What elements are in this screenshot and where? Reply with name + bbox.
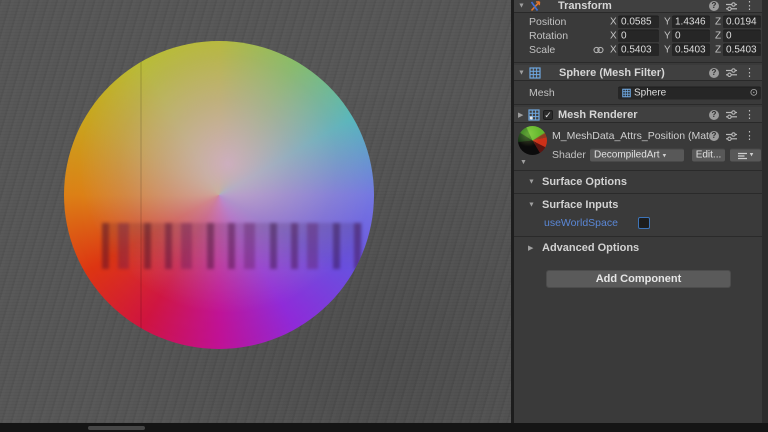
material-foldout-open-icon[interactable]: ▼ — [520, 159, 527, 166]
help-icon[interactable]: ? — [709, 131, 719, 141]
surface-inputs-title: Surface Inputs — [542, 199, 618, 211]
divider — [514, 62, 762, 63]
scale-z-field[interactable]: 0.5403 — [723, 43, 761, 56]
use-world-space-checkbox[interactable] — [638, 217, 650, 229]
x-axis-label: X — [610, 30, 617, 41]
scale-y-field[interactable]: 0.5403 — [672, 43, 710, 56]
rotation-z-field[interactable]: 0 — [723, 29, 761, 42]
position-y-field[interactable]: 1.4346 — [672, 15, 710, 28]
presets-icon[interactable] — [726, 132, 737, 141]
divider — [514, 104, 762, 105]
chevron-down-icon: ▾ — [750, 150, 754, 162]
mesh-value: Sphere — [634, 87, 666, 99]
surface-options-title: Surface Options — [542, 176, 627, 188]
position-label: Position — [529, 16, 566, 28]
foldout-open-icon[interactable]: ▼ — [528, 201, 535, 208]
mesh-renderer-header[interactable]: ▶ ✓ Mesh Renderer ? — [514, 107, 762, 123]
x-axis-label: X — [610, 16, 617, 27]
transform-header[interactable]: ▼ Transform ? — [514, 0, 762, 13]
sphere-seam-artifact — [140, 59, 142, 341]
position-x-field[interactable]: 0.0585 — [618, 15, 659, 28]
mesh-filter-header[interactable]: ▼ Sphere (Mesh Filter) ? — [514, 65, 762, 81]
use-world-space-row: useWorldSpace — [514, 215, 762, 230]
help-icon[interactable]: ? — [709, 110, 719, 120]
shader-row: Shader DecompiledArt▾ Edit... ▾ — [514, 147, 762, 163]
y-axis-label: Y — [664, 30, 671, 41]
vertex-color-sphere — [64, 41, 374, 349]
presets-icon[interactable] — [726, 110, 737, 119]
surface-inputs-row[interactable]: ▼ Surface Inputs — [514, 197, 762, 212]
inspector-panel: ▼ Transform ? — [514, 0, 762, 423]
mesh-renderer-icon — [528, 109, 540, 121]
presets-icon[interactable] — [726, 2, 737, 11]
rotation-label: Rotation — [529, 30, 568, 42]
scene-view[interactable] — [0, 0, 511, 423]
surface-options-row[interactable]: ▼ Surface Options — [514, 172, 762, 192]
rotation-row: Rotation X 0 Y 0 Z 0 — [514, 29, 762, 42]
mesh-icon — [622, 89, 631, 98]
x-axis-label: X — [610, 44, 617, 55]
y-axis-label: Y — [664, 44, 671, 55]
transform-icon — [529, 0, 542, 12]
chevron-down-icon: ▾ — [663, 153, 667, 160]
z-axis-label: Z — [715, 44, 721, 55]
mesh-object-field[interactable]: Sphere ⊙ — [618, 86, 761, 99]
transform-title: Transform — [558, 0, 612, 12]
foldout-closed-icon[interactable]: ▶ — [528, 244, 533, 252]
more-menu-icon[interactable]: ⋮ — [744, 110, 755, 120]
scrollbar-handle[interactable] — [88, 426, 145, 430]
position-row: Position X 0.0585 Y 1.4346 Z 0.0194 — [514, 15, 762, 28]
mesh-filter-icon — [529, 67, 541, 79]
help-icon[interactable]: ? — [709, 1, 719, 11]
divider — [514, 193, 762, 194]
mesh-label: Mesh — [529, 87, 555, 99]
z-axis-label: Z — [715, 16, 721, 27]
unity-editor-window: ▼ Transform ? — [0, 0, 768, 432]
shader-edit-button[interactable]: Edit... — [692, 149, 725, 162]
scale-x-field[interactable]: 0.5403 — [618, 43, 659, 56]
component-enabled-checkbox[interactable]: ✓ — [543, 110, 553, 120]
foldout-closed-icon[interactable]: ▶ — [518, 111, 523, 119]
mesh-filter-title: Sphere (Mesh Filter) — [559, 67, 665, 79]
list-icon — [738, 152, 747, 159]
material-properties-menu-button[interactable]: ▾ — [730, 149, 761, 162]
foldout-open-icon[interactable]: ▼ — [518, 69, 525, 76]
presets-icon[interactable] — [726, 68, 737, 77]
more-menu-icon[interactable]: ⋮ — [744, 131, 755, 141]
mesh-row: Mesh Sphere ⊙ — [514, 85, 762, 100]
shader-dropdown[interactable]: DecompiledArt▾ — [590, 149, 684, 162]
advanced-options-title: Advanced Options — [542, 242, 639, 254]
link-scale-icon[interactable] — [593, 45, 604, 54]
material-name: M_MeshData_Attrs_Position (Mat — [552, 130, 712, 142]
more-menu-icon[interactable]: ⋮ — [744, 68, 755, 78]
shader-label: Shader — [552, 149, 586, 161]
mesh-renderer-title: Mesh Renderer — [558, 109, 637, 121]
more-menu-icon[interactable]: ⋮ — [744, 1, 755, 11]
sphere-center-highlight — [64, 41, 374, 349]
foldout-open-icon[interactable]: ▼ — [528, 179, 535, 186]
inspector-scrollbar[interactable] — [762, 0, 768, 423]
position-z-field[interactable]: 0.0194 — [723, 15, 761, 28]
divider — [514, 170, 762, 171]
add-component-button[interactable]: Add Component — [546, 270, 731, 288]
y-axis-label: Y — [664, 16, 671, 27]
material-name-row[interactable]: M_MeshData_Attrs_Position (Mat ? ⋮ — [514, 126, 762, 146]
foldout-open-icon[interactable]: ▼ — [518, 3, 525, 10]
use-world-space-label: useWorldSpace — [544, 217, 618, 229]
z-axis-label: Z — [715, 30, 721, 41]
advanced-options-row[interactable]: ▶ Advanced Options — [514, 240, 762, 256]
divider — [514, 236, 762, 237]
rotation-x-field[interactable]: 0 — [618, 29, 659, 42]
object-picker-icon[interactable]: ⊙ — [750, 87, 758, 99]
bottom-status-bar — [0, 423, 768, 432]
scale-label: Scale — [529, 44, 555, 56]
scale-row: Scale X 0.5403 Y 0.5403 Z 0.5403 — [514, 43, 762, 56]
help-icon[interactable]: ? — [709, 68, 719, 78]
rotation-y-field[interactable]: 0 — [672, 29, 710, 42]
